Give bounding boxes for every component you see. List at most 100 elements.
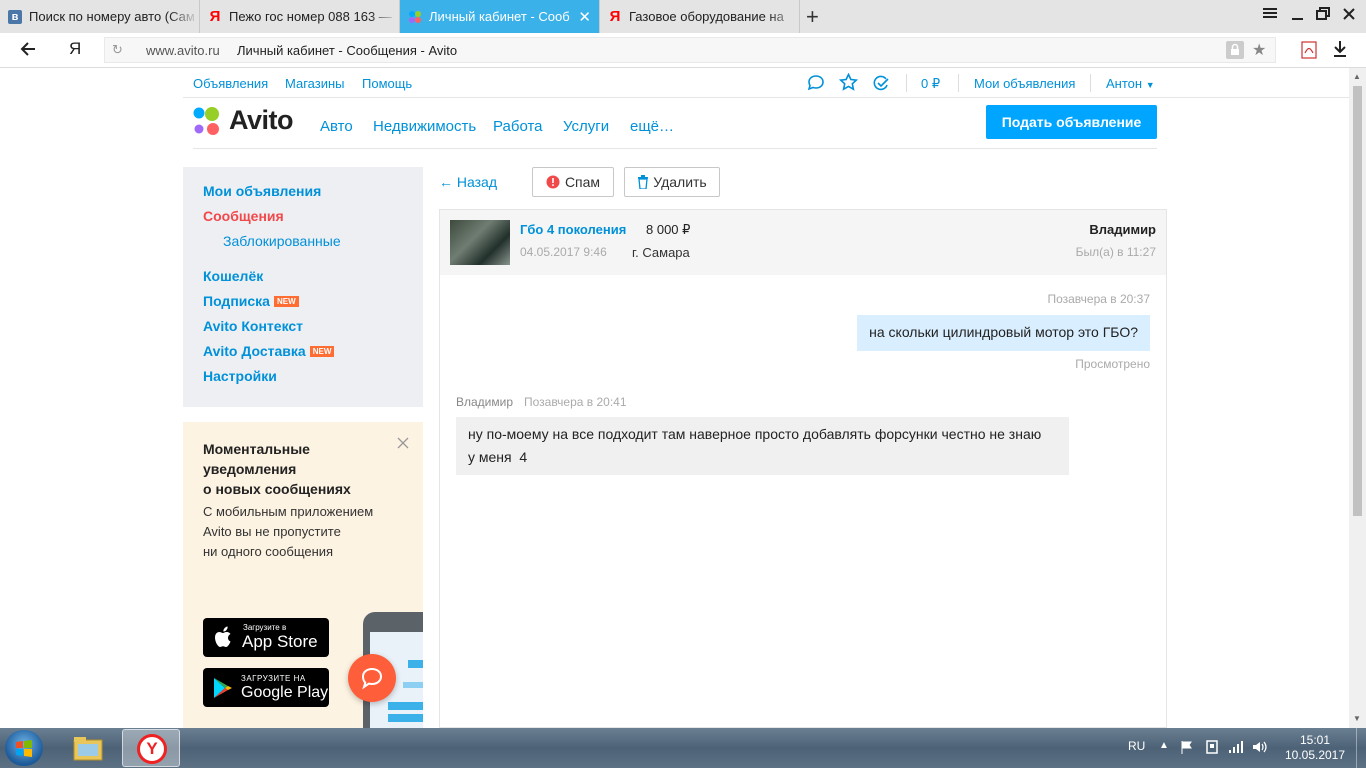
chevron-down-icon: ▼ bbox=[1145, 80, 1155, 90]
tab-vk-search[interactable]: в Поиск по номеру авто (Сам bbox=[0, 0, 200, 33]
tab-avito-cabinet[interactable]: Личный кабинет - Сооб ✕ bbox=[400, 0, 600, 33]
explorer-taskbar-icon[interactable] bbox=[70, 732, 108, 764]
download-icon[interactable] bbox=[1332, 40, 1348, 63]
nav-more[interactable]: ещё… bbox=[630, 118, 674, 135]
delete-button[interactable]: Удалить bbox=[624, 167, 720, 197]
address-bar: Я ↻ www.avito.ru Личный кабинет - Сообще… bbox=[0, 33, 1366, 68]
alert-icon bbox=[546, 175, 560, 189]
yandex-logo-icon[interactable]: Я bbox=[69, 39, 81, 59]
favorites-star-icon[interactable] bbox=[838, 72, 859, 97]
app-store-label: App Store bbox=[242, 632, 318, 651]
sidebar-item-context[interactable]: Avito Контекст bbox=[203, 318, 303, 334]
message-time: Позавчера в 20:37 bbox=[1047, 292, 1150, 306]
url-field[interactable]: ↻ www.avito.ru Личный кабинет - Сообщени… bbox=[104, 37, 1276, 63]
tab-peugeot[interactable]: Я Пежо гос номер 088 163 — bbox=[200, 0, 400, 33]
promo-text: С мобильным приложением Avito вы не проп… bbox=[203, 504, 374, 559]
windows-taskbar: Y RU ▲ 15:01 10.05.2017 bbox=[0, 728, 1366, 768]
apple-icon bbox=[215, 626, 231, 647]
menu-icon[interactable] bbox=[1262, 5, 1278, 26]
top-link-ads[interactable]: Объявления bbox=[193, 76, 268, 91]
page-scrollbar[interactable]: ▲ ▼ bbox=[1349, 68, 1366, 728]
avito-logo-icon bbox=[193, 107, 219, 135]
start-button[interactable] bbox=[5, 730, 43, 766]
item-title-link[interactable]: Гбо 4 поколения bbox=[520, 222, 626, 237]
action-center-flag-icon[interactable] bbox=[1180, 740, 1194, 759]
lock-icon[interactable] bbox=[1226, 41, 1244, 59]
message-read-status: Просмотрено bbox=[1075, 357, 1150, 371]
nav-realty[interactable]: Недвижимость bbox=[373, 118, 476, 135]
sidebar-item-label: Avito Доставка bbox=[203, 343, 306, 359]
sidebar-item-subscription[interactable]: Подписка NEW bbox=[203, 293, 299, 309]
support-chat-button[interactable] bbox=[348, 654, 396, 702]
logo-text: Avito bbox=[229, 105, 294, 135]
network-signal-icon[interactable] bbox=[1228, 740, 1244, 759]
volume-icon[interactable] bbox=[1252, 740, 1268, 759]
app-store-button[interactable]: Загрузите в App Store bbox=[203, 618, 329, 657]
yandex-icon: Я bbox=[609, 8, 621, 25]
tab-gas-equipment[interactable]: Я Газовое оборудование на bbox=[600, 0, 800, 33]
google-play-button[interactable]: ЗАГРУЗИТЕ НА Google Play bbox=[203, 668, 329, 707]
promo-title: Моментальные уведомления о новых сообщен… bbox=[203, 441, 351, 497]
yandex-browser-taskbar-icon[interactable]: Y bbox=[122, 729, 180, 767]
bookmark-star-icon[interactable]: ★ bbox=[1252, 40, 1266, 60]
spam-button[interactable]: Спам bbox=[532, 167, 614, 197]
vk-icon: в bbox=[8, 9, 22, 24]
contact-name[interactable]: Владимир bbox=[1089, 222, 1156, 237]
device-icon[interactable] bbox=[1205, 739, 1219, 760]
windows-logo-icon bbox=[16, 740, 32, 757]
tab-label: Газовое оборудование на bbox=[629, 9, 784, 24]
nav-auto[interactable]: Авто bbox=[320, 118, 353, 135]
scrollbar-thumb[interactable] bbox=[1353, 86, 1362, 516]
nav-services[interactable]: Услуги bbox=[563, 118, 609, 135]
back-link[interactable]: ← Назад bbox=[439, 174, 497, 190]
delete-label: Удалить bbox=[653, 174, 707, 190]
user-menu[interactable]: Антон ▼ bbox=[1106, 76, 1155, 91]
message-time: Позавчера в 20:41 bbox=[524, 395, 627, 409]
new-badge: NEW bbox=[309, 346, 335, 357]
top-link-shops[interactable]: Магазины bbox=[285, 76, 345, 91]
restore-icon[interactable] bbox=[1315, 6, 1331, 27]
top-link-my-ads[interactable]: Мои объявления bbox=[974, 76, 1075, 91]
sidebar-item-my-ads[interactable]: Мои объявления bbox=[203, 183, 321, 199]
wallet-balance[interactable]: 0 ₽ bbox=[921, 76, 940, 92]
google-play-small: ЗАГРУЗИТЕ НА bbox=[241, 674, 306, 683]
tab-label: Пежо гос номер 088 163 — bbox=[229, 9, 392, 24]
sidebar-item-settings[interactable]: Настройки bbox=[203, 368, 277, 384]
item-thumbnail[interactable] bbox=[450, 220, 510, 265]
sidebar-item-blocked[interactable]: Заблокированные bbox=[223, 233, 341, 249]
show-hidden-icons[interactable]: ▲ bbox=[1159, 740, 1169, 751]
browser-tab-bar: в Поиск по номеру авто (Сам Я Пежо гос н… bbox=[0, 0, 1366, 33]
chat-header: Гбо 4 поколения 8 000 ₽ 04.05.2017 9:46 … bbox=[440, 210, 1166, 275]
incoming-message: ну по-моему на все подходит там наверное… bbox=[456, 417, 1069, 475]
top-link-help[interactable]: Помощь bbox=[362, 76, 412, 91]
outgoing-message: на скольки цилиндровый мотор это ГБО? bbox=[857, 315, 1150, 351]
messages-icon[interactable] bbox=[807, 74, 825, 97]
sidebar-item-label: Подписка bbox=[203, 293, 270, 309]
post-ad-button[interactable]: Подать объявление bbox=[986, 105, 1157, 139]
sidebar-item-delivery[interactable]: Avito Доставка NEW bbox=[203, 343, 335, 359]
chat-panel: Гбо 4 поколения 8 000 ₽ 04.05.2017 9:46 … bbox=[439, 209, 1167, 728]
google-play-icon bbox=[214, 678, 232, 698]
google-play-label: Google Play bbox=[241, 684, 329, 701]
language-indicator[interactable]: RU bbox=[1128, 739, 1145, 753]
minimize-icon[interactable] bbox=[1290, 6, 1306, 27]
sidebar-item-messages[interactable]: Сообщения bbox=[203, 208, 284, 224]
close-window-icon[interactable] bbox=[1341, 6, 1357, 27]
item-date: 04.05.2017 9:46 bbox=[520, 245, 607, 259]
tab-label: Личный кабинет - Сооб bbox=[429, 9, 570, 24]
message-author: Владимир bbox=[456, 395, 514, 409]
pdf-extension-icon[interactable] bbox=[1301, 41, 1317, 64]
reload-icon[interactable]: ↻ bbox=[112, 42, 123, 58]
app-store-small: Загрузите в bbox=[243, 623, 287, 632]
user-name: Антон bbox=[1106, 76, 1143, 91]
item-price: 8 000 ₽ bbox=[646, 222, 691, 237]
sidebar-item-wallet[interactable]: Кошелёк bbox=[203, 268, 263, 284]
back-arrow-icon[interactable] bbox=[19, 40, 37, 63]
close-promo-icon[interactable] bbox=[397, 436, 409, 454]
close-tab-icon[interactable]: ✕ bbox=[578, 8, 591, 26]
show-desktop-button[interactable] bbox=[1356, 728, 1366, 768]
system-clock[interactable]: 15:01 10.05.2017 bbox=[1282, 733, 1348, 763]
nav-jobs[interactable]: Работа bbox=[493, 118, 543, 135]
saved-searches-icon[interactable] bbox=[872, 74, 891, 97]
new-tab-icon[interactable]: + bbox=[806, 4, 819, 30]
